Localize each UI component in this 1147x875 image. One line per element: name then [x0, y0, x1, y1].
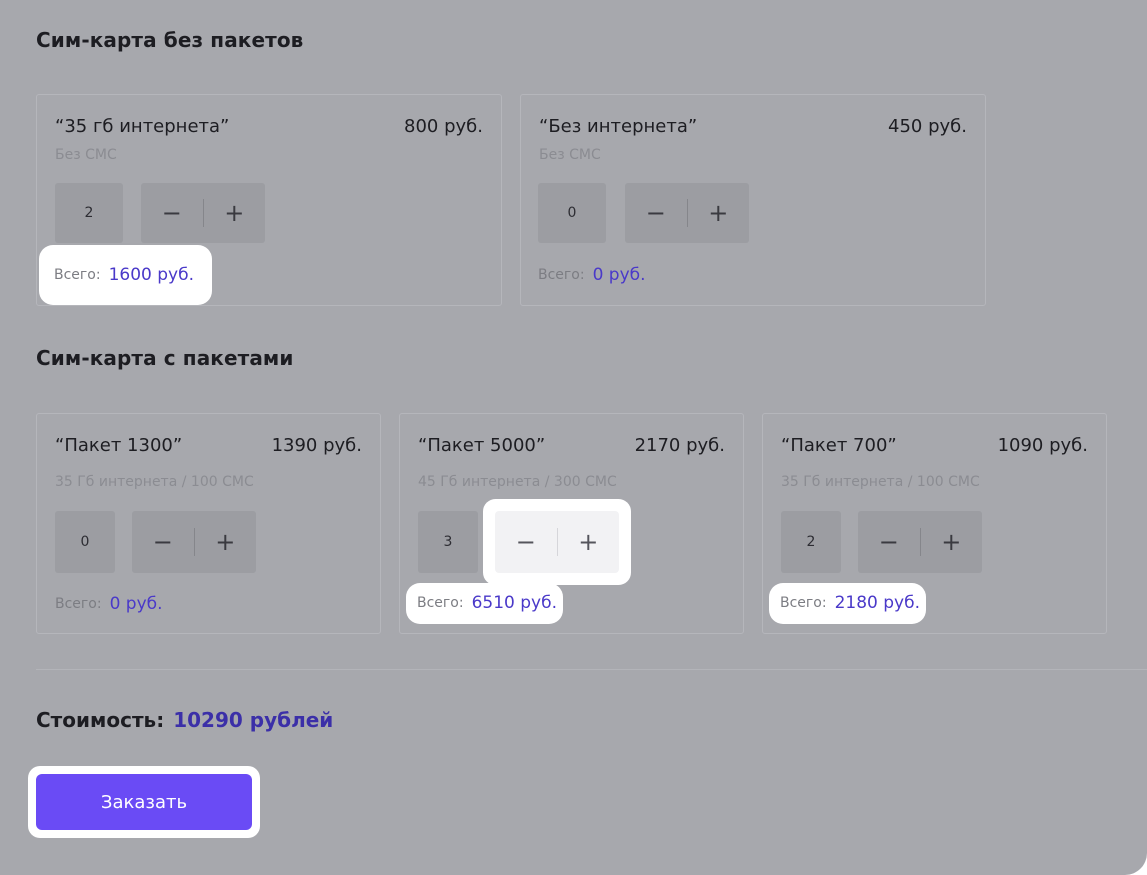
tariff-description: Без СМС	[539, 147, 601, 163]
section-title-with-packages: Сим-карта с пакетами	[36, 346, 294, 370]
increment-button[interactable]: +	[688, 183, 750, 243]
tariff-price: 800 руб.	[404, 116, 483, 137]
tariff-price: 450 руб.	[888, 116, 967, 137]
quantity-field[interactable]: 0	[538, 183, 606, 243]
increment-button[interactable]: +	[195, 511, 257, 573]
increment-button[interactable]: +	[921, 511, 983, 573]
decrement-button[interactable]: −	[132, 511, 194, 573]
card-total: Всего: 2180 руб.	[780, 593, 920, 613]
tariff-name: “Пакет 700”	[781, 435, 897, 456]
card-total: Всего: 1600 руб.	[54, 265, 194, 285]
card-total: Всего: 0 руб.	[538, 265, 646, 285]
tariff-price: 1090 руб.	[997, 435, 1088, 456]
order-button-highlight: Заказать	[28, 766, 260, 838]
quantity-stepper: − +	[132, 511, 256, 573]
tariff-price: 2170 руб.	[634, 435, 725, 456]
total-label: Всего:	[54, 267, 101, 283]
tariff-card-no-internet: “Без интернета” 450 руб. Без СМС 0 − + В…	[520, 94, 986, 306]
total-label: Всего:	[538, 267, 585, 283]
tariff-description: 35 Гб интернета / 100 СМС	[781, 474, 980, 490]
increment-button[interactable]: +	[558, 511, 620, 573]
total-label: Всего:	[55, 596, 102, 612]
order-cost: Стоимость: 10290 рублей	[36, 708, 333, 732]
quantity-field[interactable]: 2	[781, 511, 841, 573]
decrement-button[interactable]: −	[625, 183, 687, 243]
cost-value: 10290 рублей	[173, 708, 334, 732]
tariff-description: 45 Гб интернета / 300 СМС	[418, 474, 617, 490]
quantity-stepper: − +	[495, 511, 619, 573]
total-highlight: Всего: 6510 руб.	[406, 583, 563, 624]
tariff-name: “35 гб интернета”	[55, 116, 230, 137]
increment-button[interactable]: +	[204, 183, 266, 243]
quantity-stepper: − +	[625, 183, 749, 243]
quantity-field[interactable]: 2	[55, 183, 123, 243]
quantity-stepper: − +	[141, 183, 265, 243]
total-label: Всего:	[780, 595, 827, 611]
order-button[interactable]: Заказать	[36, 774, 252, 830]
tariff-price: 1390 руб.	[271, 435, 362, 456]
tariff-description: Без СМС	[55, 147, 117, 163]
section-title-no-packages: Сим-карта без пакетов	[36, 28, 304, 52]
quantity-field[interactable]: 0	[55, 511, 115, 573]
tariff-description: 35 Гб интернета / 100 СМС	[55, 474, 254, 490]
tariff-name: “Без интернета”	[539, 116, 698, 137]
total-label: Всего:	[417, 595, 464, 611]
tariff-panel: Сим-карта без пакетов “35 гб интернета” …	[0, 0, 1147, 875]
decrement-button[interactable]: −	[495, 511, 557, 573]
decrement-button[interactable]: −	[141, 183, 203, 243]
quantity-stepper: − +	[858, 511, 982, 573]
card-total: Всего: 6510 руб.	[417, 593, 557, 613]
total-amount: 6510 руб.	[471, 593, 557, 613]
card-total: Всего: 0 руб.	[55, 594, 163, 614]
total-amount: 1600 руб.	[108, 265, 194, 285]
total-amount: 2180 руб.	[834, 593, 920, 613]
tariff-card-package-1300: “Пакет 1300” 1390 руб. 35 Гб интернета /…	[36, 413, 381, 634]
summary-divider	[36, 669, 1147, 670]
total-highlight: Всего: 2180 руб.	[769, 583, 926, 624]
quantity-field[interactable]: 3	[418, 511, 478, 573]
tariff-name: “Пакет 1300”	[55, 435, 183, 456]
cost-label: Стоимость:	[36, 708, 165, 732]
total-highlight: Всего: 1600 руб.	[39, 245, 212, 305]
total-amount: 0 руб.	[592, 265, 646, 285]
tariff-name: “Пакет 5000”	[418, 435, 546, 456]
total-amount: 0 руб.	[109, 594, 163, 614]
decrement-button[interactable]: −	[858, 511, 920, 573]
